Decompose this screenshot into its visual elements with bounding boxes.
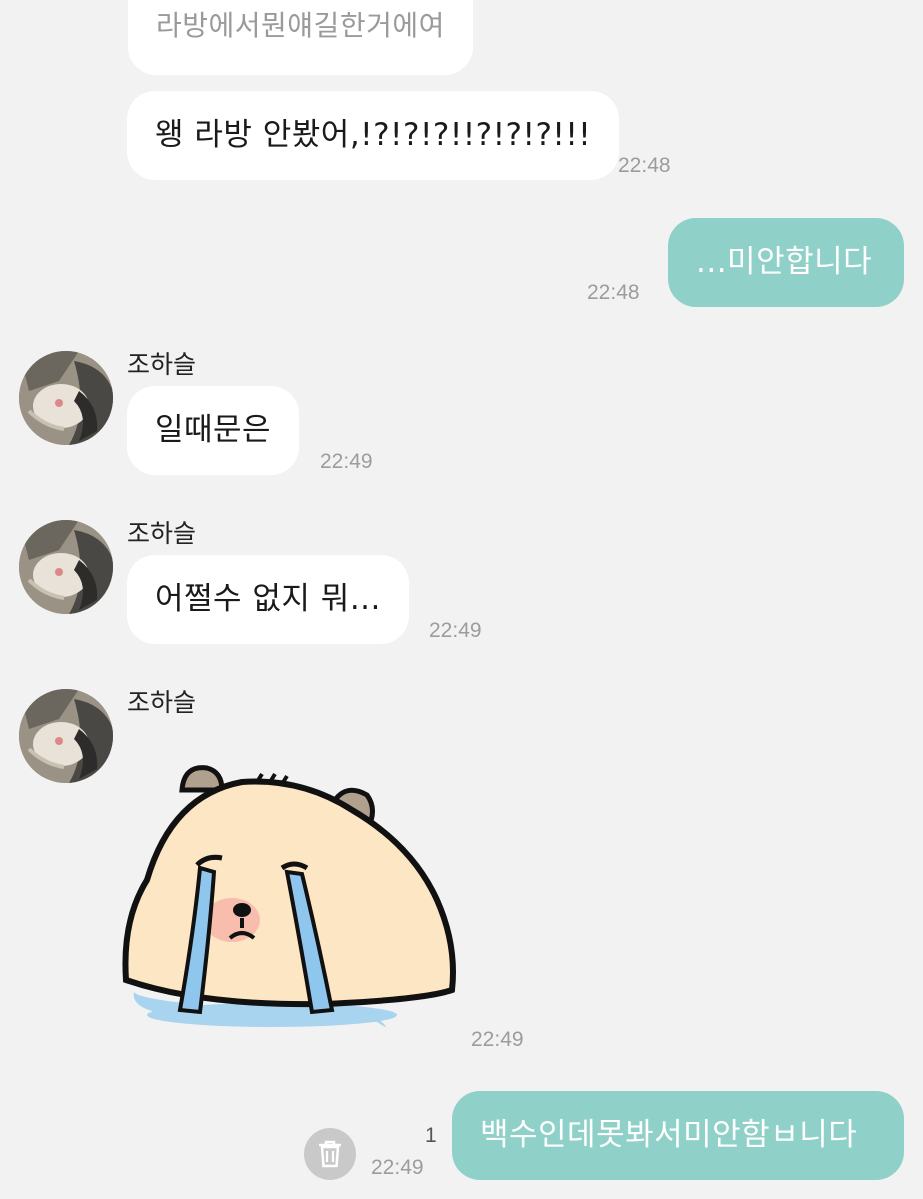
cat-avatar-icon	[19, 351, 113, 445]
message-text: 왱 라방 안봤어,!?!?!?!!?!?!?!!!	[155, 117, 592, 153]
cat-avatar-icon	[19, 520, 113, 614]
message-bubble[interactable]: 일때문은	[127, 386, 300, 475]
sender-name: 조하슬	[127, 688, 197, 717]
trash-icon	[319, 1140, 341, 1168]
message-text: 라방에서뭔얘길한거에여	[156, 9, 445, 42]
sender-name: 조하슬	[127, 519, 197, 548]
avatar[interactable]	[19, 520, 113, 614]
message-bubble[interactable]: ...미안합니다	[668, 218, 904, 307]
message-bubble[interactable]: 백수인데못봐서미안함ㅂ니다	[452, 1091, 904, 1180]
message-timestamp: 22:49	[320, 450, 373, 473]
message-timestamp: 22:48	[618, 154, 671, 177]
message-bubble[interactable]: 라방에서뭔얘길한거에여	[128, 0, 473, 75]
message-timestamp: 22:49	[429, 619, 482, 642]
message-timestamp: 22:48	[587, 281, 640, 304]
message-text: ...미안합니다	[696, 244, 873, 280]
avatar[interactable]	[19, 351, 113, 445]
message-bubble[interactable]: 어쩔수 없지 뭐...	[127, 555, 409, 644]
message-timestamp: 22:49	[471, 1028, 524, 1051]
delete-button[interactable]	[304, 1128, 356, 1180]
cat-avatar-icon	[19, 689, 113, 783]
message-text: 일때문은	[155, 412, 272, 448]
crying-bear-icon	[122, 765, 456, 1027]
message-text: 어쩔수 없지 뭐...	[155, 581, 381, 617]
avatar[interactable]	[19, 689, 113, 783]
message-timestamp: 22:49	[371, 1156, 424, 1179]
sender-name: 조하슬	[127, 350, 197, 379]
crying-bear-sticker[interactable]	[122, 760, 462, 1045]
message-bubble[interactable]: 왱 라방 안봤어,!?!?!?!!?!?!?!!!	[127, 91, 620, 180]
message-text: 백수인데못봐서미안함ㅂ니다	[480, 1117, 858, 1153]
unread-count: 1	[425, 1124, 437, 1147]
